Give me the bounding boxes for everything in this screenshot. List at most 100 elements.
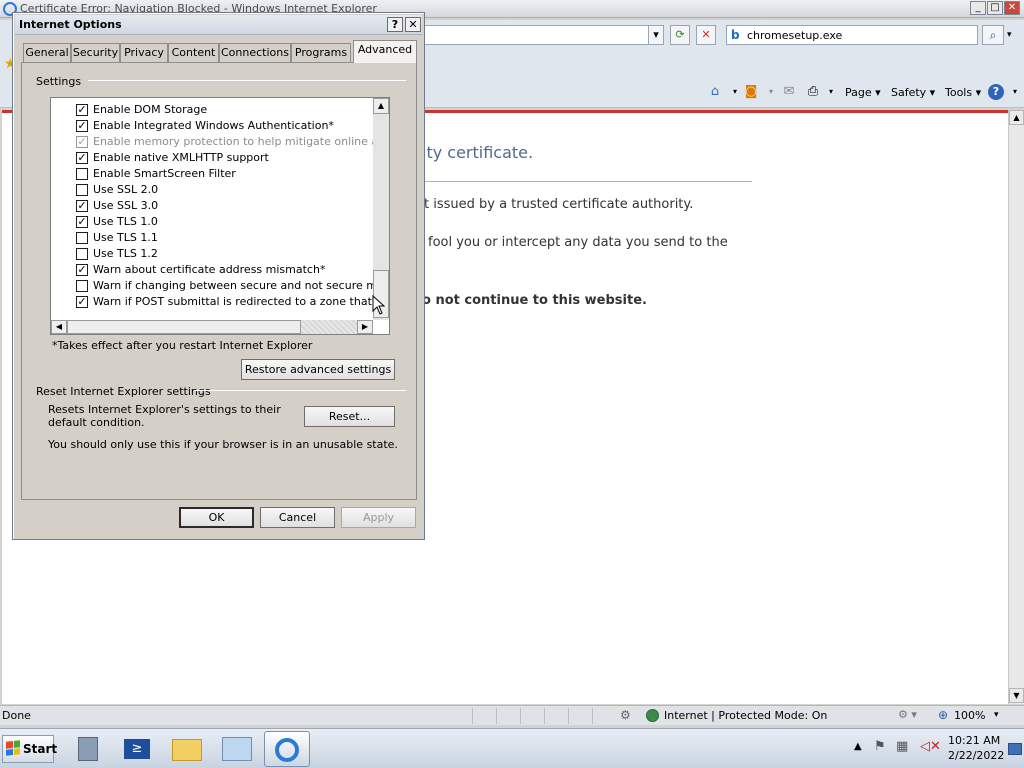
checkbox-unchecked[interactable] xyxy=(76,232,88,244)
close-window-button[interactable]: ✕ xyxy=(1004,1,1020,15)
cancel-button[interactable]: Cancel xyxy=(260,507,335,528)
network-icon[interactable]: ▦ xyxy=(896,739,908,754)
checkbox-checked[interactable]: ✓ xyxy=(76,264,88,276)
safety-menu[interactable]: Safety ▾ xyxy=(891,86,935,99)
setting-label: Use SSL 3.0 xyxy=(93,199,159,212)
tab-security[interactable]: Security xyxy=(71,43,120,62)
tab-privacy[interactable]: Privacy xyxy=(120,43,168,62)
zoom-level[interactable]: 100% xyxy=(954,709,985,722)
dialog-title: Internet Options xyxy=(19,18,122,31)
show-desktop-button[interactable] xyxy=(1008,743,1022,755)
stop-icon[interactable]: ✕ xyxy=(696,25,716,45)
show-hidden-icons-icon[interactable]: ▲ xyxy=(854,741,862,752)
checkbox-checked[interactable]: ✓ xyxy=(76,200,88,212)
dialog-titlebar[interactable]: Internet Options ? ✕ xyxy=(15,15,422,35)
server-manager-taskbar-icon[interactable] xyxy=(66,731,112,767)
checkbox-checked[interactable]: ✓ xyxy=(76,216,88,228)
page-menu[interactable]: Page ▾ xyxy=(845,86,881,99)
address-field[interactable] xyxy=(424,25,664,45)
tools-menu[interactable]: Tools ▾ xyxy=(945,86,981,99)
status-segment xyxy=(496,708,518,724)
minimize-button[interactable]: _ xyxy=(970,1,986,15)
clock-time[interactable]: 10:21 AM xyxy=(948,734,1000,747)
checkbox-unchecked[interactable] xyxy=(76,184,88,196)
volume-muted-icon[interactable]: ◁✕ xyxy=(920,739,941,754)
internet-options-dialog: Internet Options ? ✕ General Security Pr… xyxy=(12,12,425,540)
setting-label: Warn if changing between secure and not … xyxy=(93,279,390,292)
tab-programs[interactable]: Programs xyxy=(291,43,351,62)
action-center-flag-icon[interactable]: ⚑ xyxy=(874,739,886,754)
print-dropdown-icon[interactable]: ▾ xyxy=(822,84,840,100)
search-options-icon[interactable]: ▾ xyxy=(1007,30,1012,40)
control-panel-taskbar-icon[interactable] xyxy=(214,731,260,767)
tab-general[interactable]: General xyxy=(23,43,71,62)
scroll-left-icon[interactable]: ◀ xyxy=(51,320,67,334)
search-input[interactable]: b chromesetup.exe xyxy=(726,25,978,45)
explorer-taskbar-icon[interactable] xyxy=(164,731,210,767)
checkbox-checked[interactable]: ✓ xyxy=(76,120,88,132)
content-divider xyxy=(422,181,752,182)
read-mail-icon[interactable]: ✉ xyxy=(780,84,798,100)
settings-vertical-scrollbar[interactable]: ▲ xyxy=(373,98,389,320)
maximize-button[interactable]: □ xyxy=(987,1,1003,15)
cert-error-recommendation: o not continue to this website. xyxy=(422,293,647,308)
checkbox-checked[interactable]: ✓ xyxy=(76,104,88,116)
help-icon[interactable]: ? xyxy=(988,84,1004,100)
taskbar: Start ≥ ▲ ⚑ ▦ ◁✕ 10:21 AM 2/22/2022 xyxy=(0,728,1024,768)
zoom-dropdown-icon[interactable]: ▾ xyxy=(994,710,999,720)
status-text: Done xyxy=(2,709,31,722)
apply-button[interactable]: Apply xyxy=(341,507,416,528)
refresh-icon[interactable]: ⟳ xyxy=(670,25,690,45)
settings-horizontal-scrollbar[interactable]: ◀ ▶ xyxy=(51,320,373,334)
dialog-help-button[interactable]: ? xyxy=(387,17,403,32)
print-icon[interactable]: ⎙ xyxy=(804,84,822,100)
horizontal-scroll-thumb[interactable] xyxy=(67,320,301,334)
tab-connections[interactable]: Connections xyxy=(219,43,291,62)
advanced-tab-panel: Settings ✓ Enable DOM Storage ✓ Enable Inte… xyxy=(21,62,417,500)
address-dropdown-button[interactable]: ▾ xyxy=(648,25,664,45)
home-icon[interactable]: ⌂ xyxy=(706,84,724,100)
reset-warning: You should only use this if your browser… xyxy=(48,438,398,451)
search-button[interactable]: ⌕ xyxy=(982,25,1004,45)
scroll-right-icon[interactable]: ▶ xyxy=(357,320,373,334)
powershell-taskbar-icon[interactable]: ≥ xyxy=(114,731,160,767)
start-button[interactable]: Start xyxy=(2,735,57,763)
reset-button[interactable]: Reset... xyxy=(304,406,395,427)
security-warning-icon[interactable]: ⚙ xyxy=(620,708,631,722)
windows-logo-icon xyxy=(6,740,20,756)
status-segment xyxy=(544,708,566,724)
dialog-close-button[interactable]: ✕ xyxy=(405,17,421,32)
page-scrollbar[interactable]: ▲ ▼ xyxy=(1008,110,1024,704)
setting-label: Enable DOM Storage xyxy=(93,103,208,116)
setting-label: Enable SmartScreen Filter xyxy=(93,167,236,180)
status-segment xyxy=(592,708,614,724)
clock-date[interactable]: 2/22/2022 xyxy=(948,749,1004,762)
feeds-icon[interactable]: ◙ xyxy=(742,84,760,100)
feeds-dropdown-icon[interactable]: ▾ xyxy=(762,84,780,100)
setting-label: Enable Integrated Windows Authentication… xyxy=(93,119,334,132)
tab-advanced[interactable]: Advanced xyxy=(353,40,417,63)
cert-error-text-2: fool you or intercept any data you send … xyxy=(428,235,728,250)
ok-button[interactable]: OK xyxy=(179,507,254,528)
scroll-up-icon[interactable]: ▲ xyxy=(1009,110,1024,125)
scroll-up-icon[interactable]: ▲ xyxy=(373,98,389,114)
status-bar: Done ⚙ Internet | Protected Mode: On ⚙ ▾… xyxy=(0,705,1024,725)
checkbox-checked[interactable]: ✓ xyxy=(76,296,88,308)
checkbox-unchecked[interactable] xyxy=(76,280,88,292)
help-dropdown-icon[interactable]: ▾ xyxy=(1006,84,1024,100)
checkbox-unchecked[interactable] xyxy=(76,248,88,260)
restore-advanced-settings-button[interactable]: Restore advanced settings xyxy=(241,359,395,380)
reset-group-divider xyxy=(194,390,406,391)
reset-description: Resets Internet Explorer's settings to t… xyxy=(48,403,281,429)
checkbox-checked[interactable]: ✓ xyxy=(76,152,88,164)
zoom-icon[interactable]: ⊕ xyxy=(938,708,948,722)
scroll-down-icon[interactable]: ▼ xyxy=(1009,688,1024,703)
protected-mode-status[interactable]: Internet | Protected Mode: On xyxy=(664,709,827,722)
system-tray: ▲ ⚑ ▦ ◁✕ 10:21 AM 2/22/2022 xyxy=(850,729,1024,768)
internet-explorer-taskbar-icon[interactable] xyxy=(264,731,310,767)
reset-group-label: Reset Internet Explorer settings xyxy=(36,385,211,398)
settings-list[interactable]: ✓ Enable DOM Storage ✓ Enable Integrated Wi… xyxy=(50,97,390,335)
checkbox-unchecked[interactable] xyxy=(76,168,88,180)
zone-settings-icon[interactable]: ⚙ ▾ xyxy=(898,708,917,721)
tab-content[interactable]: Content xyxy=(168,43,219,62)
